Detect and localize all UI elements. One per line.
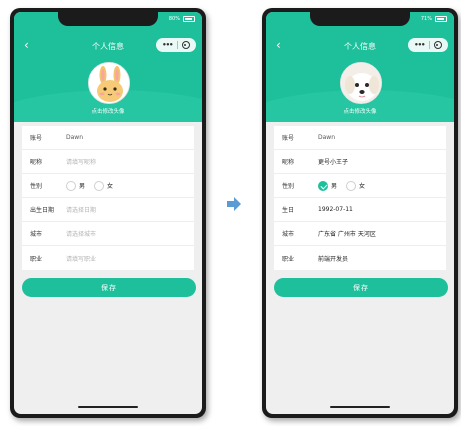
mini-program-capsule[interactable]: •••	[408, 38, 448, 52]
radio-male-label[interactable]: 男	[79, 181, 85, 190]
back-arrow-icon[interactable]: ‹	[276, 39, 286, 51]
change-avatar-link[interactable]: 点击修改头像	[14, 107, 202, 115]
avatar-puppy[interactable]	[340, 62, 382, 104]
form-row-gender: 性别 男 女	[274, 174, 446, 198]
field-label: 性别	[282, 183, 295, 190]
gender-radio-group: 男 女	[66, 180, 119, 191]
change-avatar-link[interactable]: 点击修改头像	[266, 107, 454, 115]
radio-female[interactable]	[346, 180, 357, 191]
battery-percent: 71%	[420, 16, 432, 22]
field-label: 昵称	[282, 159, 295, 166]
field-label: 出生日期	[30, 207, 55, 214]
account-value: Dawn	[318, 134, 336, 141]
avatar-rabbit[interactable]	[88, 62, 130, 104]
form-row-city[interactable]: 城市 广东省 广州市 天河区	[274, 222, 446, 246]
more-dots-icon[interactable]: •••	[162, 41, 173, 49]
close-circle-icon[interactable]	[181, 41, 190, 49]
nickname-input[interactable]: 请填写昵称	[66, 157, 96, 166]
field-label: 账号	[282, 135, 295, 142]
close-circle-icon[interactable]	[433, 41, 442, 49]
form-row-nickname[interactable]: 昵称 请填写昵称	[22, 150, 194, 174]
field-label: 生日	[282, 207, 295, 214]
form-row-birthday[interactable]: 出生日期 请选择日期	[22, 198, 194, 222]
capsule-divider	[428, 41, 430, 49]
form-row-nickname[interactable]: 昵称 更号小王子	[274, 150, 446, 174]
job-input[interactable]: 前端开发员	[318, 254, 348, 263]
radio-male-label[interactable]: 男	[331, 181, 337, 190]
birthday-picker[interactable]: 1992-07-11	[318, 206, 353, 213]
nickname-input[interactable]: 更号小王子	[318, 157, 348, 166]
city-picker[interactable]: 请选择城市	[66, 229, 96, 238]
radio-female-label[interactable]: 女	[359, 181, 365, 190]
field-label: 城市	[30, 231, 43, 238]
home-indicator	[330, 406, 390, 408]
mini-program-capsule[interactable]: •••	[156, 38, 196, 52]
form-row-job[interactable]: 职业 前端开发员	[274, 246, 446, 270]
field-label: 昵称	[30, 159, 43, 166]
form-row-birthday[interactable]: 生日 1992-07-11	[274, 198, 446, 222]
phone-before: 80% ‹ 个人信息 ••• 点击修改头像 账号 Dawn 昵称 请填写昵称 性…	[10, 8, 206, 418]
home-indicator	[78, 406, 138, 408]
job-input[interactable]: 请填写职业	[66, 254, 96, 263]
puppy-avatar-icon	[341, 63, 381, 103]
form-row-account: 账号 Dawn	[22, 126, 194, 150]
radio-male[interactable]	[66, 180, 76, 191]
save-button[interactable]: 保存	[22, 278, 196, 297]
back-arrow-icon[interactable]: ‹	[24, 39, 34, 51]
field-label: 职业	[282, 255, 295, 263]
more-dots-icon[interactable]: •••	[414, 41, 425, 49]
battery-percent: 80%	[168, 16, 180, 22]
birthday-picker[interactable]: 请选择日期	[66, 205, 96, 214]
profile-header: 80% ‹ 个人信息 ••• 点击修改头像	[14, 12, 202, 122]
battery-icon	[183, 16, 195, 22]
gender-radio-group: 男 女	[318, 180, 371, 191]
screen-before: 80% ‹ 个人信息 ••• 点击修改头像 账号 Dawn 昵称 请填写昵称 性…	[14, 12, 202, 414]
rabbit-avatar-icon	[89, 63, 129, 103]
form-row-gender: 性别 男 女	[22, 174, 194, 198]
right-arrow-icon	[227, 197, 241, 211]
notch	[58, 12, 158, 26]
radio-female[interactable]	[94, 180, 105, 191]
account-value: Dawn	[66, 134, 84, 141]
radio-female-label[interactable]: 女	[107, 181, 113, 190]
city-picker[interactable]: 广东省 广州市 天河区	[318, 229, 376, 238]
profile-form: 账号 Dawn 昵称 更号小王子 性别 男 女 生日 1992-07-11 城市…	[274, 126, 446, 270]
field-label: 性别	[30, 183, 43, 190]
field-label: 城市	[282, 231, 295, 238]
save-button[interactable]: 保存	[274, 278, 448, 297]
radio-male-checked[interactable]	[318, 180, 328, 191]
profile-header: 71% ‹ 个人信息 ••• 点击修改头像	[266, 12, 454, 122]
capsule-divider	[176, 41, 178, 49]
field-label: 职业	[30, 255, 43, 263]
screen-after: 71% ‹ 个人信息 ••• 点击修改头像 账号 Dawn 昵称 更号小王子 性…	[266, 12, 454, 414]
form-row-account: 账号 Dawn	[274, 126, 446, 150]
profile-form: 账号 Dawn 昵称 请填写昵称 性别 男 女 出生日期 请选择日期 城市 请选…	[22, 126, 194, 270]
field-label: 账号	[30, 135, 43, 142]
notch	[310, 12, 410, 26]
form-row-job[interactable]: 职业 请填写职业	[22, 246, 194, 270]
form-row-city[interactable]: 城市 请选择城市	[22, 222, 194, 246]
phone-after: 71% ‹ 个人信息 ••• 点击修改头像 账号 Dawn 昵称 更号小王子 性…	[262, 8, 458, 418]
battery-icon	[435, 16, 447, 22]
